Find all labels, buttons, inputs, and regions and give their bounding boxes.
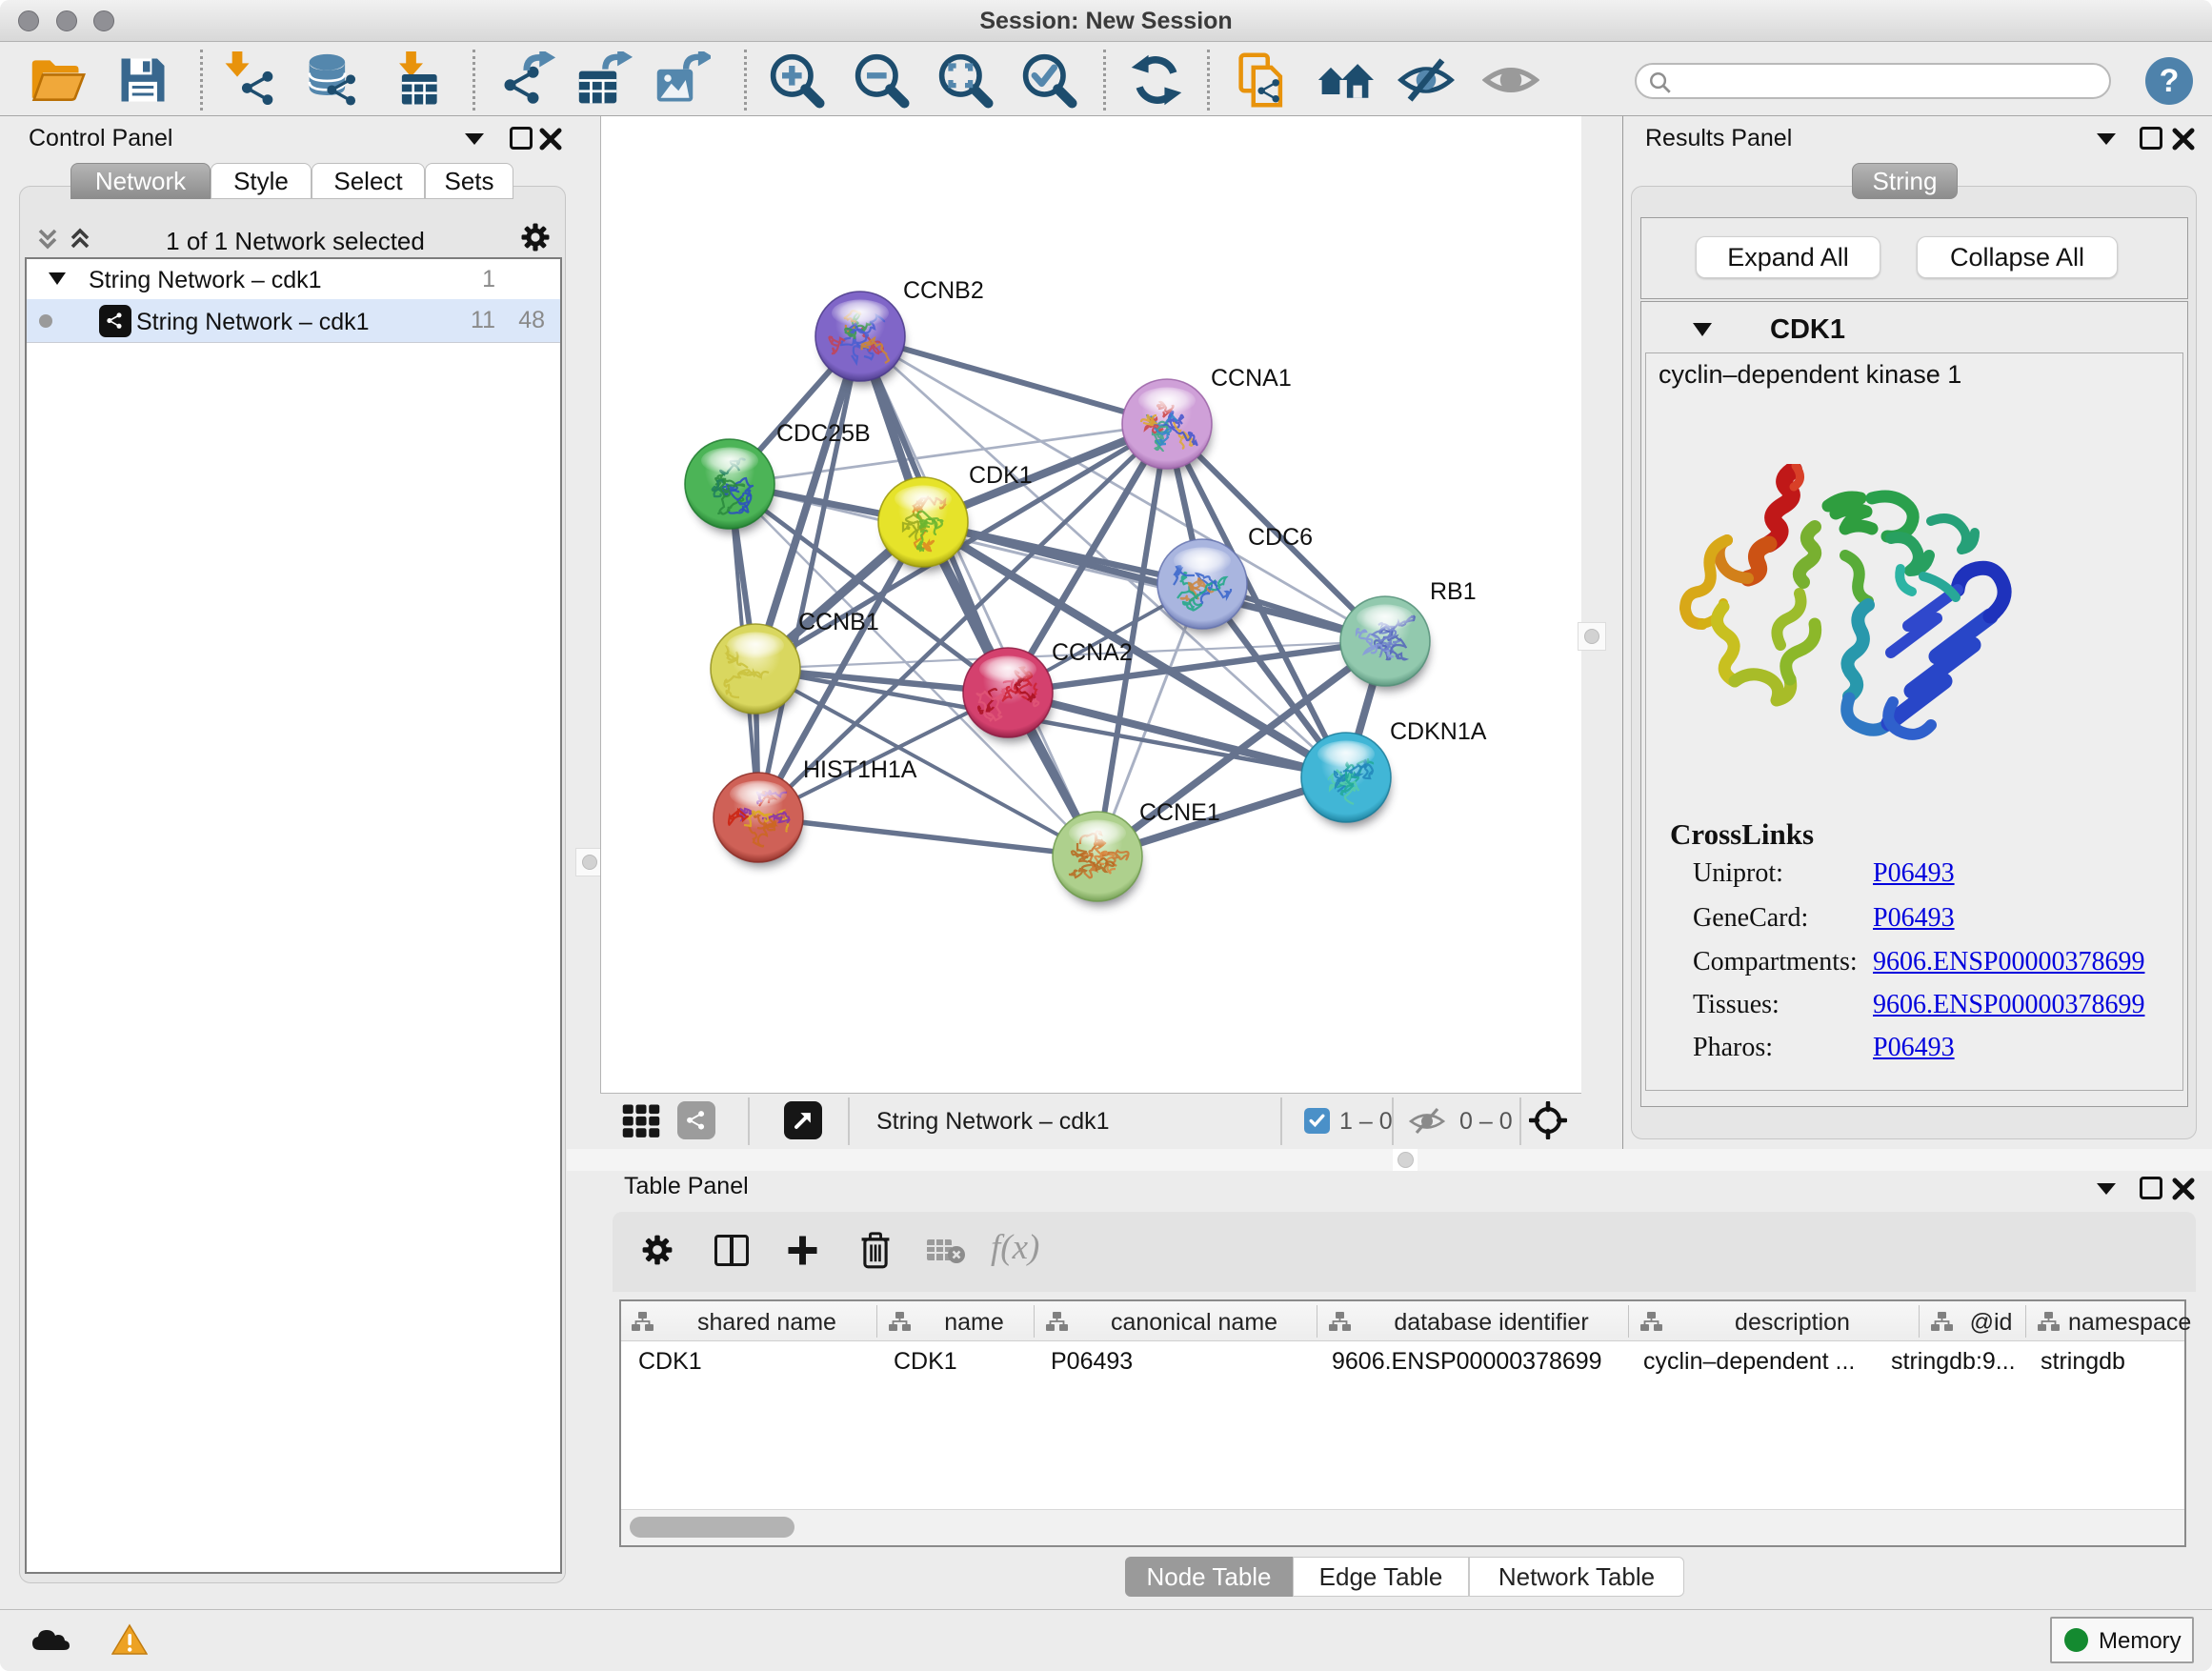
svg-text:CCNB2: CCNB2 [903,277,984,304]
svg-text:RB1: RB1 [1430,578,1477,605]
svg-text:CDC25B: CDC25B [776,420,871,447]
svg-text:HIST1H1A: HIST1H1A [803,756,917,783]
svg-text:CDKN1A: CDKN1A [1390,718,1487,745]
svg-text:CCNA1: CCNA1 [1211,365,1292,392]
svg-text:CDK1: CDK1 [969,462,1033,489]
svg-text:CDC6: CDC6 [1248,524,1313,551]
svg-text:CCNA2: CCNA2 [1052,639,1133,666]
svg-text:CCNE1: CCNE1 [1139,799,1220,826]
svg-text:CCNB1: CCNB1 [798,609,879,635]
